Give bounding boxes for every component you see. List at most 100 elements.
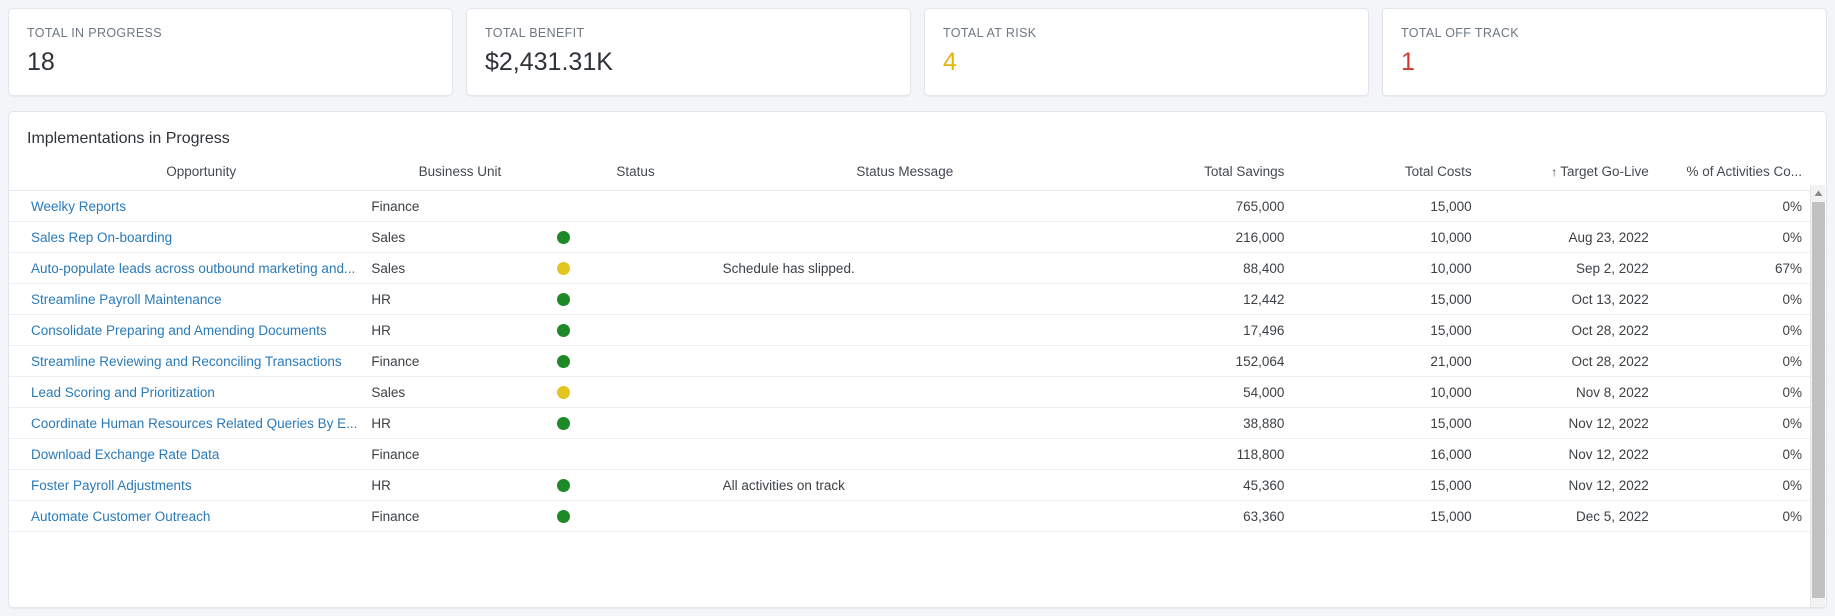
cell-pct-activities: 0% — [1648, 438, 1826, 470]
cell-status — [548, 376, 723, 408]
table-header-row: Opportunity Business Unit Status Status … — [9, 164, 1826, 191]
table-row[interactable]: Consolidate Preparing and Amending Docum… — [9, 314, 1826, 346]
kpi-value: 1 — [1401, 48, 1415, 76]
panel-title: Implementations in Progress — [27, 130, 230, 147]
cell-status-message — [722, 500, 1088, 532]
cell-total-savings: 54,000 — [1087, 376, 1285, 408]
opportunity-link[interactable]: Automate Customer Outreach — [31, 509, 210, 524]
cell-total-costs: 10,000 — [1284, 376, 1472, 408]
cell-business-unit: Sales — [371, 252, 549, 284]
cell-status — [548, 500, 723, 532]
opportunity-link[interactable]: Coordinate Human Resources Related Queri… — [31, 416, 357, 431]
cell-pct-activities: 0% — [1648, 500, 1826, 532]
kpi-card-total-in-progress[interactable]: TOTAL IN PROGRESS 18 — [8, 8, 453, 96]
cell-status-message — [722, 190, 1088, 222]
cell-target-go-live: Nov 12, 2022 — [1471, 407, 1649, 439]
opportunity-link[interactable]: Download Exchange Rate Data — [31, 447, 219, 462]
kpi-card-total-off-track[interactable]: TOTAL OFF TRACK 1 — [1382, 8, 1827, 96]
table-body: Weelky Reports Finance 765,000 15,000 0% Sale… — [9, 190, 1826, 532]
cell-pct-activities: 0% — [1648, 190, 1826, 222]
cell-total-savings: 12,442 — [1087, 283, 1285, 315]
table-scroll-region[interactable]: Opportunity Business Unit Status Status … — [9, 164, 1826, 532]
cell-opportunity: Coordinate Human Resources Related Queri… — [9, 407, 372, 439]
status-dot-green-icon — [556, 324, 570, 338]
cell-total-costs: 15,000 — [1284, 190, 1472, 222]
column-header-pct-activities[interactable]: % of Activities Co... — [1648, 164, 1826, 191]
opportunity-link[interactable]: Foster Payroll Adjustments — [31, 478, 192, 493]
scrollbar-thumb[interactable] — [1812, 202, 1825, 598]
cell-total-costs: 16,000 — [1284, 438, 1472, 470]
column-header-status-message[interactable]: Status Message — [722, 164, 1088, 191]
opportunity-link[interactable]: Lead Scoring and Prioritization — [31, 385, 215, 400]
table-row[interactable]: Foster Payroll Adjustments HR All activiti… — [9, 469, 1826, 501]
column-header-status[interactable]: Status — [548, 164, 723, 191]
kpi-card-total-benefit[interactable]: TOTAL BENEFIT $2,431.31K — [466, 8, 911, 96]
table-row[interactable]: Automate Customer Outreach Finance 63,360 1… — [9, 500, 1826, 532]
column-header-opportunity[interactable]: Opportunity — [9, 164, 372, 191]
cell-status — [548, 190, 723, 222]
opportunity-link[interactable]: Sales Rep On-boarding — [31, 230, 172, 245]
cell-target-go-live — [1471, 190, 1649, 222]
sort-ascending-icon: ↑ — [1551, 165, 1558, 179]
column-header-target-go-live[interactable]: ↑ Target Go-Live — [1471, 164, 1649, 191]
opportunity-link[interactable]: Auto-populate leads across outbound mark… — [31, 261, 355, 276]
cell-pct-activities: 67% — [1648, 252, 1826, 284]
cell-business-unit: HR — [371, 407, 549, 439]
cell-opportunity: Auto-populate leads across outbound mark… — [9, 252, 372, 284]
cell-target-go-live: Nov 12, 2022 — [1471, 469, 1649, 501]
table-row[interactable]: Auto-populate leads across outbound mark… — [9, 252, 1826, 284]
cell-target-go-live: Dec 5, 2022 — [1471, 500, 1649, 532]
cell-target-go-live: Oct 28, 2022 — [1471, 345, 1649, 377]
cell-business-unit: Finance — [371, 190, 549, 222]
column-header-total-savings[interactable]: Total Savings — [1087, 164, 1285, 191]
table-row[interactable]: Coordinate Human Resources Related Queri… — [9, 407, 1826, 439]
scroll-up-button[interactable] — [1811, 185, 1825, 201]
cell-opportunity: Automate Customer Outreach — [9, 500, 372, 532]
cell-total-savings: 152,064 — [1087, 345, 1285, 377]
cell-total-costs: 15,000 — [1284, 314, 1472, 346]
opportunity-link[interactable]: Consolidate Preparing and Amending Docum… — [31, 323, 327, 338]
status-dot-yellow-icon — [556, 386, 570, 400]
cell-total-costs: 10,000 — [1284, 221, 1472, 253]
scroll-up-arrow-icon — [1814, 190, 1822, 196]
table-header: Opportunity Business Unit Status Status … — [9, 164, 1826, 191]
cell-target-go-live: Nov 12, 2022 — [1471, 438, 1649, 470]
cell-business-unit: Finance — [371, 438, 549, 470]
cell-total-costs: 10,000 — [1284, 252, 1472, 284]
table-row[interactable]: Streamline Reviewing and Reconciling Tra… — [9, 345, 1826, 377]
kpi-label: TOTAL OFF TRACK — [1401, 26, 1519, 40]
table-row[interactable]: Streamline Payroll Maintenance HR 12,442 15… — [9, 283, 1826, 315]
cell-business-unit: Sales — [371, 221, 549, 253]
cell-business-unit: HR — [371, 314, 549, 346]
status-dot-green-icon — [556, 293, 570, 307]
opportunity-link[interactable]: Streamline Payroll Maintenance — [31, 292, 222, 307]
status-dot-green-icon — [556, 479, 570, 493]
kpi-card-total-at-risk[interactable]: TOTAL AT RISK 4 — [924, 8, 1369, 96]
cell-total-savings: 765,000 — [1087, 190, 1285, 222]
cell-target-go-live: Oct 28, 2022 — [1471, 314, 1649, 346]
table-row[interactable]: Lead Scoring and Prioritization Sales 54,0… — [9, 376, 1826, 408]
status-dot-green-icon — [556, 355, 570, 369]
cell-total-savings: 88,400 — [1087, 252, 1285, 284]
cell-status — [548, 252, 723, 284]
status-dot-yellow-icon — [556, 262, 570, 276]
cell-status-message — [722, 314, 1088, 346]
cell-pct-activities: 0% — [1648, 283, 1826, 315]
opportunity-link[interactable]: Streamline Reviewing and Reconciling Tra… — [31, 354, 342, 369]
table-row[interactable]: Sales Rep On-boarding Sales 216,000 10,000 A… — [9, 221, 1826, 253]
cell-status — [548, 221, 723, 253]
table-row[interactable]: Download Exchange Rate Data Finance 118,80… — [9, 438, 1826, 470]
cell-status — [548, 469, 723, 501]
cell-total-costs: 15,000 — [1284, 469, 1472, 501]
kpi-value: $2,431.31K — [485, 48, 613, 76]
cell-status-message — [722, 438, 1088, 470]
cell-opportunity: Streamline Reviewing and Reconciling Tra… — [9, 345, 372, 377]
table-row[interactable]: Weelky Reports Finance 765,000 15,000 0% — [9, 190, 1826, 222]
column-header-business-unit[interactable]: Business Unit — [371, 164, 549, 191]
opportunity-link[interactable]: Weelky Reports — [31, 199, 126, 214]
column-header-total-costs[interactable]: Total Costs — [1284, 164, 1472, 191]
cell-opportunity: Lead Scoring and Prioritization — [9, 376, 372, 408]
cell-business-unit: HR — [371, 469, 549, 501]
cell-target-go-live: Sep 2, 2022 — [1471, 252, 1649, 284]
table-vertical-scrollbar[interactable] — [1810, 185, 1825, 607]
